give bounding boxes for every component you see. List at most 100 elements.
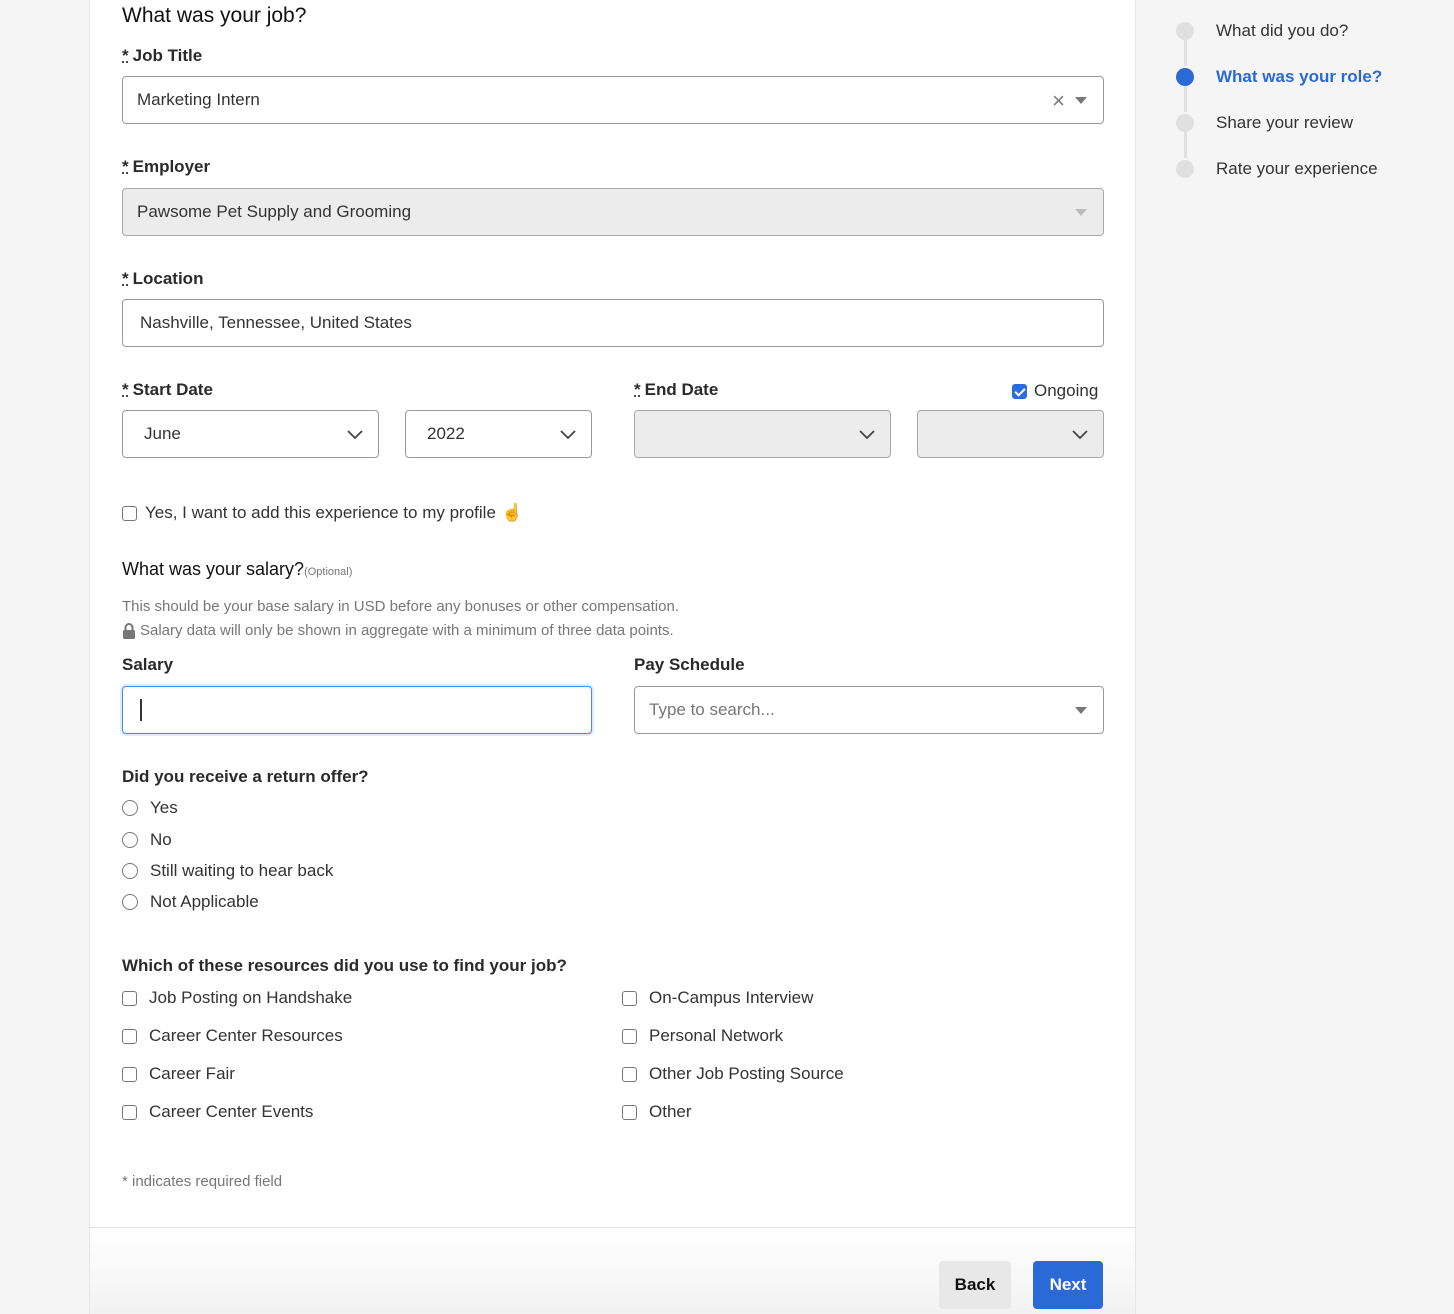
text-cursor (140, 699, 142, 721)
checkbox-icon[interactable] (122, 1104, 137, 1120)
end-date-label-text: End Date (644, 380, 719, 399)
step-connector (1184, 132, 1187, 158)
pay-schedule-label: Pay Schedule (634, 655, 745, 674)
resource-checkbox[interactable]: Job Posting on Handshake (122, 988, 352, 1008)
checkbox-icon[interactable] (122, 1028, 137, 1044)
salary-help-text: This should be your base salary in USD b… (122, 598, 679, 615)
ongoing-checkbox[interactable]: Ongoing (1012, 381, 1098, 401)
form-footer: Back Next (90, 1227, 1135, 1314)
start-date-label: * Start Date (122, 380, 213, 400)
radio-icon[interactable] (122, 863, 138, 879)
step-what-was-your-role[interactable]: What was your role? (1176, 67, 1382, 87)
step-rate-your-experience[interactable]: Rate your experience (1176, 159, 1378, 179)
radio-option[interactable]: Still waiting to hear back (122, 861, 333, 881)
page-title: What was your job? (122, 4, 307, 27)
radio-label: Still waiting to hear back (150, 861, 334, 880)
radio-label: Not Applicable (150, 892, 259, 911)
salary-input[interactable] (122, 686, 592, 734)
resource-checkbox[interactable]: Personal Network (622, 1026, 783, 1046)
required-marker: * (122, 380, 129, 399)
radio-icon[interactable] (122, 800, 138, 816)
employer-label-text: Employer (132, 157, 211, 176)
caret-down-icon[interactable] (1075, 97, 1087, 104)
start-date-label-text: Start Date (132, 380, 213, 399)
employer-value: Pawsome Pet Supply and Grooming (137, 202, 412, 221)
resource-checkbox[interactable]: Career Center Events (122, 1102, 313, 1122)
job-title-label-text: Job Title (132, 46, 203, 65)
chevron-down-icon (858, 425, 876, 443)
step-what-did-you-do[interactable]: What did you do? (1176, 21, 1348, 41)
required-marker: * (122, 269, 129, 288)
checkbox-icon[interactable] (622, 1066, 637, 1082)
caret-down-icon (1075, 209, 1087, 216)
checkbox-icon[interactable] (622, 990, 637, 1006)
add-to-profile-checkbox[interactable]: Yes, I want to add this experience to my… (122, 503, 523, 523)
step-connector (1184, 86, 1187, 112)
step-dot-icon (1176, 114, 1194, 132)
next-button[interactable]: Next (1033, 1261, 1103, 1309)
resource-checkbox[interactable]: Other (622, 1102, 692, 1122)
radio-icon[interactable] (122, 894, 138, 910)
chevron-down-icon (559, 425, 577, 443)
location-label-text: Location (132, 269, 204, 288)
radio-label: Yes (150, 798, 178, 817)
checkbox-icon[interactable] (122, 1066, 137, 1082)
resource-checkbox[interactable]: Other Job Posting Source (622, 1064, 844, 1084)
resource-label: On-Campus Interview (649, 988, 814, 1007)
required-field-note: * indicates required field (122, 1173, 283, 1190)
return-offer-question: Did you receive a return offer? (122, 767, 369, 786)
radio-icon[interactable] (122, 832, 138, 848)
location-input[interactable]: Nashville, Tennessee, United States (122, 299, 1104, 347)
salary-privacy-note: Salary data will only be shown in aggreg… (122, 622, 674, 639)
form-card: What was your job? * Job Title Marketing … (89, 0, 1136, 1314)
salary-section-title: What was your salary?(Optional) (122, 559, 352, 580)
resource-label: Other (649, 1102, 692, 1121)
location-label: * Location (122, 269, 203, 289)
chevron-down-icon (346, 425, 364, 443)
step-connector (1184, 40, 1187, 66)
clear-icon[interactable]: × (1052, 88, 1065, 114)
checkbox-icon[interactable] (622, 1104, 637, 1120)
resource-label: Career Center Resources (149, 1026, 343, 1045)
required-marker: * (122, 46, 129, 65)
pay-schedule-select[interactable]: Type to search... (634, 686, 1104, 734)
required-marker: * (634, 380, 641, 399)
start-month-value: June (144, 424, 181, 443)
radio-option[interactable]: No (122, 830, 172, 850)
salary-privacy-text: Salary data will only be shown in aggreg… (140, 622, 674, 639)
back-button[interactable]: Back (939, 1261, 1011, 1309)
step-dot-active-icon (1176, 68, 1194, 86)
step-label: What was your role? (1216, 67, 1383, 86)
step-dot-icon (1176, 22, 1194, 40)
start-year-value: 2022 (427, 424, 465, 443)
caret-down-icon[interactable] (1075, 707, 1087, 714)
step-share-your-review[interactable]: Share your review (1176, 113, 1353, 133)
checkbox-icon[interactable] (622, 1028, 637, 1044)
step-label: What did you do? (1216, 21, 1349, 40)
resource-label: Personal Network (649, 1026, 784, 1045)
pay-schedule-placeholder: Type to search... (649, 700, 775, 719)
radio-option[interactable]: Yes (122, 798, 178, 818)
resource-checkbox[interactable]: Career Center Resources (122, 1026, 343, 1046)
resource-label: Other Job Posting Source (649, 1064, 844, 1083)
resource-checkbox[interactable]: Career Fair (122, 1064, 235, 1084)
resource-label: Job Posting on Handshake (149, 988, 353, 1007)
checkbox-checked-icon[interactable] (1012, 383, 1027, 399)
start-year-select[interactable]: 2022 (405, 410, 592, 458)
checkbox-icon[interactable] (122, 990, 137, 1006)
employer-label: * Employer (122, 157, 210, 177)
end-date-label: * End Date (634, 380, 718, 400)
checkbox-icon[interactable] (122, 505, 137, 521)
job-title-label: * Job Title (122, 46, 202, 66)
location-value: Nashville, Tennessee, United States (140, 313, 412, 332)
start-month-select[interactable]: June (122, 410, 379, 458)
resource-label: Career Fair (149, 1064, 235, 1083)
employer-select: Pawsome Pet Supply and Grooming (122, 188, 1104, 236)
required-marker: * (122, 157, 129, 176)
step-label: Rate your experience (1216, 159, 1378, 178)
resource-checkbox[interactable]: On-Campus Interview (622, 988, 813, 1008)
job-title-select[interactable]: Marketing Intern × (122, 76, 1104, 124)
radio-option[interactable]: Not Applicable (122, 892, 259, 912)
job-title-value: Marketing Intern (137, 90, 260, 109)
step-label: Share your review (1216, 113, 1354, 132)
